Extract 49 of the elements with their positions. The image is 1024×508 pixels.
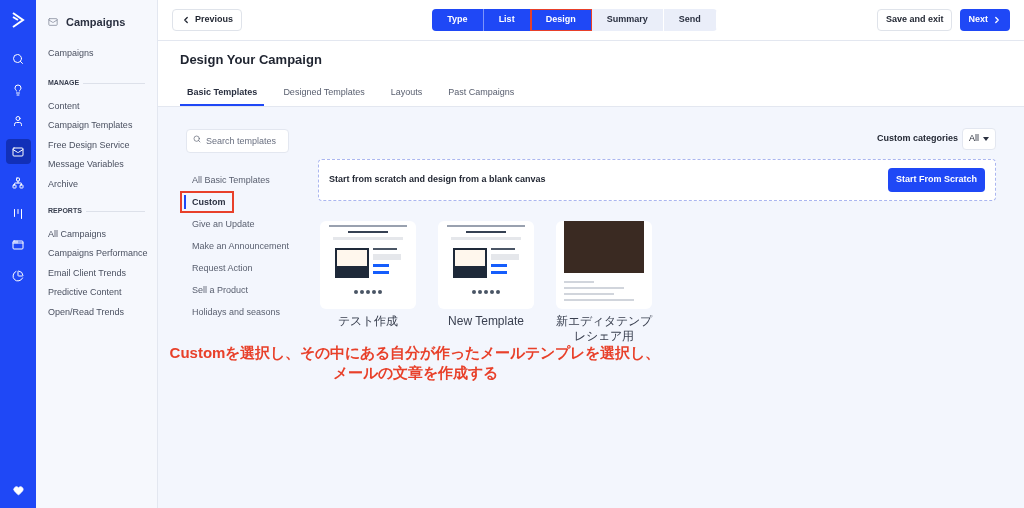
category-item[interactable]: Sell a Product [184,283,253,297]
sidebar-item[interactable]: Email Client Trends [48,263,157,283]
template-name[interactable]: テスト作成 [338,314,398,329]
sidebar-item[interactable]: Archive [48,174,157,194]
previous-button[interactable]: Previous [172,9,243,31]
category-item[interactable]: Request Action [184,261,257,275]
category-item[interactable]: All Basic Templates [184,173,274,187]
template-tab[interactable]: Past Campaigns [441,85,522,106]
save-exit-button[interactable]: Save and exit [876,9,953,31]
step-tab[interactable]: Summary [591,9,664,31]
category-dropdown[interactable]: All [962,128,996,150]
sidebar-item[interactable]: Open/Read Trends [48,302,157,322]
scratch-text: Start from scratch and design from a blank canvas [329,173,546,187]
logo-icon [11,12,25,28]
step-tab[interactable]: Type [432,9,484,31]
category-item[interactable]: Custom [184,195,230,209]
search-icon [193,135,201,143]
heart-icon[interactable] [12,485,24,496]
mail-icon[interactable] [5,139,31,164]
sidebar-title: Campaigns [66,15,126,30]
caret-icon [983,137,989,141]
template-name[interactable]: 新エディタテンプレシェア用 [554,314,654,344]
sidebar-item[interactable]: All Campaigns [48,224,157,244]
category-item[interactable]: Holidays and seasons [184,305,285,319]
step-tab[interactable]: List [483,9,531,31]
template-name[interactable]: New Template [448,314,524,329]
sidebar-item[interactable]: Predictive Content [48,283,157,303]
chevron-right-icon [992,15,1002,25]
start-from-scratch-button[interactable]: Start From Scratch [887,168,985,192]
sidebar-item[interactable]: Content [48,96,157,116]
search-field[interactable]: Search templates [186,129,289,153]
next-button[interactable]: Next [960,9,1010,31]
step-tab[interactable]: Design [530,9,592,31]
category-item[interactable]: Give an Update [184,217,259,231]
sidebar-item[interactable]: Campaigns [48,46,157,60]
filter-label: Custom categories [876,132,958,146]
sidebar-item[interactable]: Message Variables [48,155,157,175]
chevron-left-icon [181,15,191,25]
template-tab[interactable]: Layouts [383,85,430,106]
mail-icon [48,17,58,28]
page-title: Design Your Campaign [180,51,323,69]
sidebar-item[interactable]: Campaigns Performance [48,244,157,264]
template-tab[interactable]: Basic Templates [180,85,265,106]
step-tab[interactable]: Send [663,9,717,31]
sidebar-item[interactable]: Campaign Templates [48,116,157,136]
category-item[interactable]: Make an Announcement [184,239,294,253]
sidebar-item[interactable]: Free Design Service [48,135,157,155]
annotation-text: Customを選択し、その中にある自分が作ったメールテンプレを選択し、 メールの文章を作成する [170,343,660,383]
template-tab[interactable]: Designed Templates [276,85,372,106]
